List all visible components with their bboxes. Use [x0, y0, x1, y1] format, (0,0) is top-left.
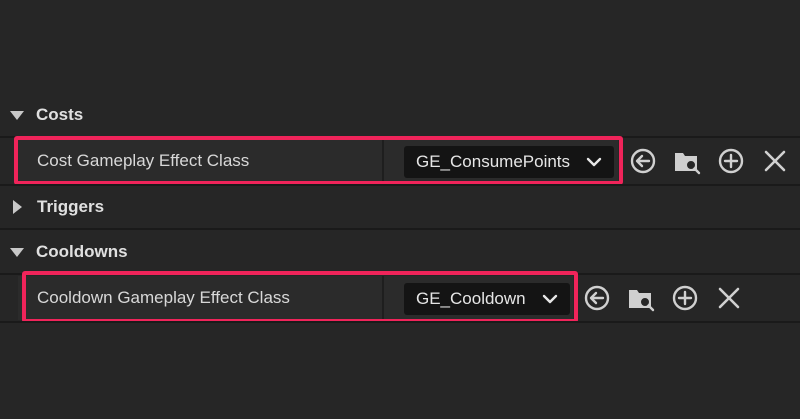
highlight-box	[14, 136, 623, 185]
use-selected-icon	[584, 285, 610, 311]
browse-asset-button[interactable]	[627, 284, 655, 312]
browse-asset-button[interactable]	[673, 147, 701, 175]
browse-asset-icon	[675, 153, 701, 175]
browse-asset-icon	[629, 290, 655, 312]
section-triggers-header[interactable]: Triggers	[0, 185, 800, 229]
use-selected-button[interactable]	[629, 147, 657, 175]
highlight-box	[22, 271, 578, 323]
details-panel: Costs Cost Gameplay Effect Class GE_Cons…	[0, 0, 800, 419]
collapse-arrow-icon[interactable]	[13, 200, 22, 214]
expand-arrow-icon[interactable]	[10, 110, 24, 120]
add-button[interactable]	[671, 284, 699, 312]
use-selected-icon	[630, 148, 656, 174]
add-icon	[718, 148, 744, 174]
divider	[0, 321, 800, 323]
section-title: Triggers	[37, 197, 105, 216]
clear-icon	[764, 150, 786, 172]
clear-icon	[718, 287, 740, 309]
section-title: Cooldowns	[36, 242, 128, 261]
add-icon	[672, 285, 698, 311]
cooldown-gameplay-effect-row: Cooldown Gameplay Effect Class GE_Cooldo…	[0, 271, 800, 323]
add-button[interactable]	[717, 147, 745, 175]
cost-gameplay-effect-row: Cost Gameplay Effect Class GE_ConsumePoi…	[0, 136, 800, 185]
clear-button[interactable]	[761, 147, 789, 175]
section-title: Costs	[36, 105, 84, 124]
use-selected-button[interactable]	[583, 284, 611, 312]
section-costs-header[interactable]: Costs	[0, 93, 800, 137]
expand-arrow-icon[interactable]	[10, 247, 24, 257]
section-cooldowns-header[interactable]: Cooldowns	[0, 230, 800, 274]
clear-button[interactable]	[715, 284, 743, 312]
